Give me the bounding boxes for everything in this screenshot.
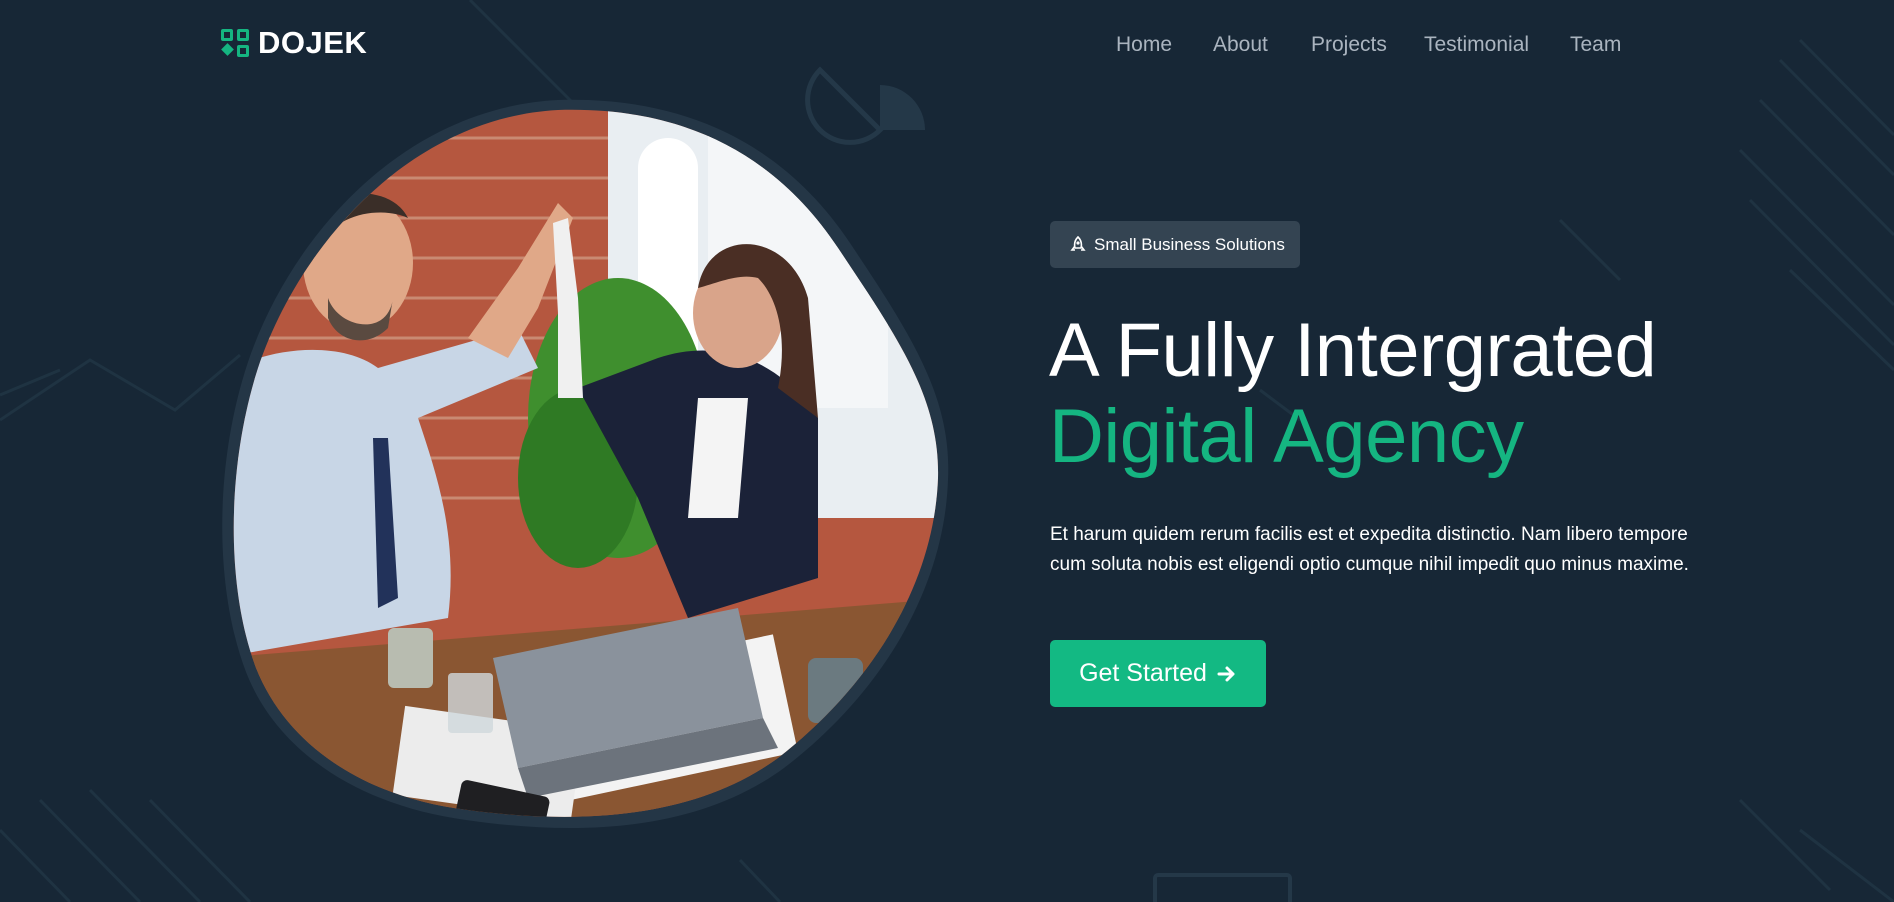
hero-title-line2: Digital Agency <box>1049 394 1524 479</box>
rocket-icon <box>1070 235 1086 251</box>
get-started-label: Get Started <box>1079 659 1207 687</box>
nav-team[interactable]: Team <box>1570 32 1621 58</box>
hero-image <box>218 98 953 833</box>
hero-page: DOJEK Home About Projects Testimonial Te… <box>0 0 1894 902</box>
hero-description: Et harum quidem rerum facilis est et exp… <box>1050 524 1689 575</box>
main-nav: Home About Projects Testimonial Team <box>0 32 1894 62</box>
hero-photo <box>222 99 949 829</box>
hero-title: A Fully Intergrated Digital Agency <box>1049 308 1657 480</box>
badge-label: Small Business Solutions <box>1094 234 1285 254</box>
nav-projects[interactable]: Projects <box>1311 32 1387 58</box>
solutions-badge: Small Business Solutions <box>1050 221 1300 268</box>
hero-title-line1: A Fully Intergrated <box>1049 308 1657 393</box>
nav-testimonial[interactable]: Testimonial <box>1424 32 1529 58</box>
arrow-right-icon <box>1217 666 1235 681</box>
nav-home[interactable]: Home <box>1116 32 1172 58</box>
nav-about[interactable]: About <box>1213 32 1268 58</box>
get-started-button[interactable]: Get Started <box>1050 640 1266 707</box>
